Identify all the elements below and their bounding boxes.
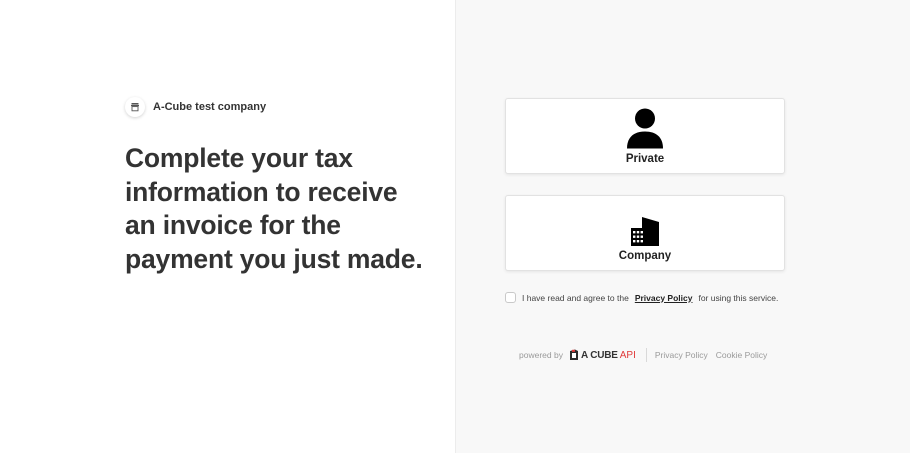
consent-text-suffix: for using this service. [698, 292, 779, 303]
consent-text-prefix: I have read and agree to the [522, 292, 629, 303]
private-option-label: Private [625, 153, 665, 165]
privacy-consent: I have read and agree to the Privacy Pol… [505, 292, 778, 303]
company-option-card[interactable]: Company [505, 195, 785, 271]
acube-mark-icon [569, 349, 578, 360]
footer-privacy-policy-link[interactable]: Privacy Policy [655, 350, 708, 360]
privacy-consent-checkbox[interactable] [505, 292, 516, 303]
powered-by-text: powered by [519, 350, 563, 360]
privacy-policy-link[interactable]: Privacy Policy [635, 293, 693, 303]
brand-api: API [619, 349, 636, 361]
storefront-icon [125, 97, 145, 117]
company-name: A-Cube test company [153, 101, 267, 113]
brand-a: A [580, 349, 589, 361]
private-option-card[interactable]: Private [505, 98, 785, 174]
brand-cube: CUBE [590, 349, 618, 361]
company-option-label: Company [618, 250, 672, 262]
acube-api-logo: A CUBE API [569, 349, 636, 361]
footer-divider [645, 348, 647, 362]
person-icon [626, 108, 664, 150]
footer: powered by A CUBE API Privacy Policy Coo… [519, 348, 767, 362]
footer-cookie-policy-link[interactable]: Cookie Policy [716, 350, 768, 360]
left-panel: A-Cube test company Complete your tax in… [0, 0, 455, 453]
building-icon [630, 205, 660, 247]
company-header: A-Cube test company [125, 97, 266, 117]
page-title: Complete your tax information to receive… [125, 143, 423, 274]
